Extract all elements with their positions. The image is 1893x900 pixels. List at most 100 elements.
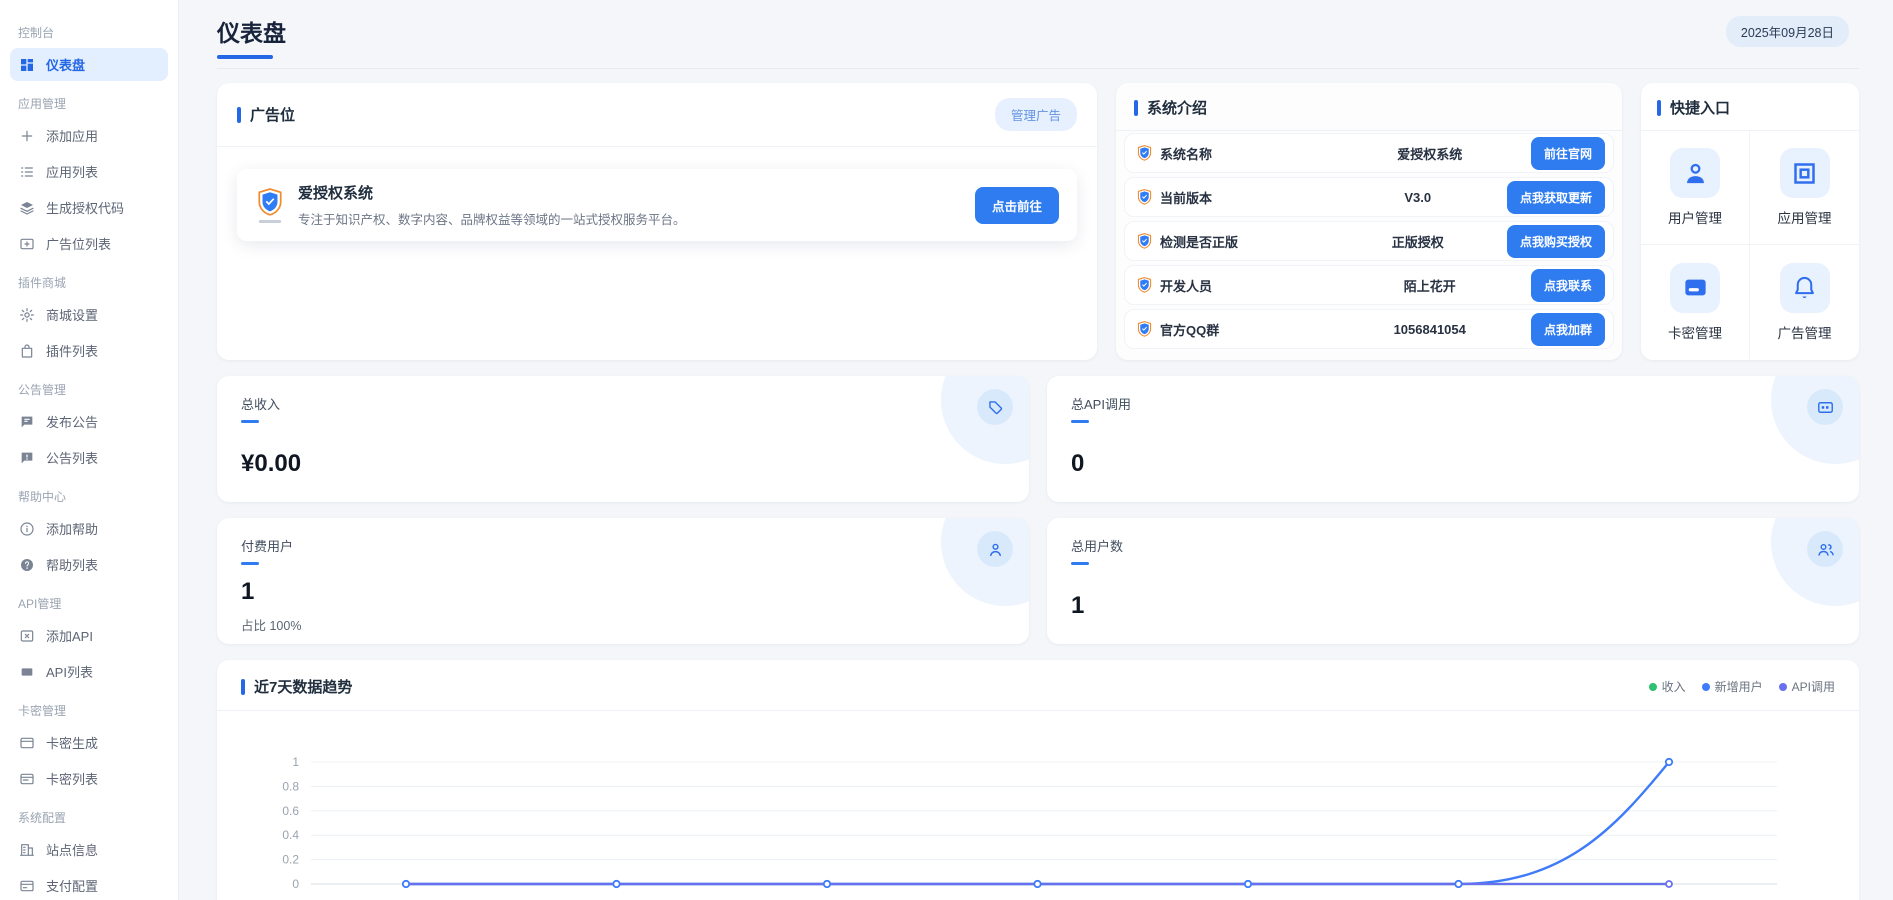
quick-entry-label: 卡密管理 [1668,322,1722,342]
sidebar-item-api-list[interactable]: API列表 [10,655,168,688]
ad-logo-caption [259,220,281,223]
shield-logo-icon [1137,145,1152,162]
system-row-button[interactable]: 点我联系 [1531,269,1605,302]
system-row-value: V3.0 [1328,190,1507,205]
trend-chart-card: 近7天数据趋势 收入新增用户 API调用 00.20.40.60.8109-220… [217,660,1859,900]
system-row-button[interactable]: 点我购买授权 [1507,225,1605,258]
quick-entry-label: 应用管理 [1778,207,1832,227]
sidebar-item-dashboard[interactable]: 仪表盘 [10,48,168,81]
quick-entry-user-management[interactable]: 用户管理 [1641,131,1750,245]
system-row-value: 1056841054 [1328,322,1531,337]
svg-text:0: 0 [292,877,299,891]
system-card-title: 系统介绍 [1147,97,1207,118]
header-divider [217,68,1859,69]
page-title: 仪表盘 [217,14,1859,48]
sidebar-item-label: API列表 [46,662,93,681]
manage-ads-button[interactable]: 管理广告 [995,98,1077,131]
legend-label: 收入 [1662,678,1686,695]
stat-card-total-api-calls: 总API调用0 [1047,376,1859,502]
app-icon [1780,148,1830,198]
sidebar-item-add-app[interactable]: 添加应用 [10,119,168,152]
sidebar-item-help-list[interactable]: 帮助列表 [10,548,168,581]
ad-slot-card: 广告位 管理广告 爱授权系统 专注于知识产权、数字内容、品牌权益等领域的一站式授… [217,83,1097,360]
sidebar-item-label: 卡密生成 [46,733,98,752]
dashboard-icon [19,57,35,73]
stat-label-underline [241,562,259,565]
bell-icon [1780,263,1830,313]
stat-value: 1 [241,578,1005,606]
sidebar-item-label: 帮助列表 [46,555,98,574]
stat-label-underline [1071,420,1089,423]
ad-logo-icon [255,188,285,223]
sidebar-item-generate-auth-code[interactable]: 生成授权代码 [10,191,168,224]
main-content: 仪表盘 2025年09月28日 广告位 管理广告 爱授权系统 专注于知识产权、数… [179,0,1893,900]
user-icon [1670,148,1720,198]
date-badge: 2025年09月28日 [1726,16,1849,47]
divider [217,146,1097,147]
legend-item[interactable]: API调用 [1779,678,1835,695]
sidebar-item-publish-announcement[interactable]: 发布公告 [10,405,168,438]
legend-dot [1702,683,1710,691]
system-row-button[interactable]: 点我加群 [1531,313,1605,346]
sidebar-item-label: 支付配置 [46,876,98,895]
sidebar: 控制台仪表盘应用管理添加应用应用列表生成授权代码广告位列表插件商城商城设置插件列… [0,0,179,900]
sidebar-item-site-info[interactable]: 站点信息 [10,833,168,866]
ad-go-button[interactable]: 点击前往 [975,187,1059,224]
legend-label: API调用 [1792,678,1835,695]
sidebar-section-title: 帮助中心 [18,488,178,506]
system-row-button[interactable]: 前往官网 [1531,137,1605,170]
sidebar-item-add-help[interactable]: 添加帮助 [10,512,168,545]
trend-chart: 00.20.40.60.8109-2209-2309-2409-2509-260… [241,711,1835,900]
sidebar-item-app-list[interactable]: 应用列表 [10,155,168,188]
sidebar-item-payment-config[interactable]: 支付配置 [10,869,168,900]
shield-logo-icon [1137,189,1152,206]
ad-card-header: 广告位 管理广告 [217,83,1097,146]
sidebar-item-label: 公告列表 [46,448,98,467]
quick-entry-card-key-management[interactable]: 卡密管理 [1641,245,1750,359]
stat-label: 付费用户 [241,536,1005,555]
sidebar-item-label: 商城设置 [46,305,98,324]
sidebar-item-add-api[interactable]: 添加API [10,619,168,652]
quick-entry-label: 用户管理 [1668,207,1722,227]
card-list-icon [19,771,35,787]
sidebar-section-title: 卡密管理 [18,702,178,720]
chart-header: 近7天数据趋势 收入新增用户 API调用 [217,660,1859,710]
sidebar-item-label: 站点信息 [46,840,98,859]
system-info-row: 官方QQ群1056841054点我加群 [1124,309,1614,349]
stat-label: 总收入 [241,394,1005,413]
system-row-value: 陌上花开 [1328,276,1531,295]
sidebar-item-label: 添加帮助 [46,519,98,538]
stat-card-total-users: 总用户数1 [1047,518,1859,644]
stat-value: 1 [1071,592,1835,620]
system-row-label: 系统名称 [1160,144,1328,163]
sidebar-item-shop-settings[interactable]: 商城设置 [10,298,168,331]
quick-entry-label: 广告管理 [1778,322,1832,342]
quick-entry-app-management[interactable]: 应用管理 [1750,131,1859,245]
legend-item[interactable]: 收入 [1649,678,1686,695]
message-icon [19,414,35,430]
system-row-button[interactable]: 点我获取更新 [1507,181,1605,214]
system-card-header: 系统介绍 [1116,83,1622,130]
sidebar-item-card-key-list[interactable]: 卡密列表 [10,762,168,795]
stats-row-2: 付费用户1占比 100%总用户数1 [217,518,1859,644]
ad-name: 爱授权系统 [298,182,962,203]
accent-bar [237,107,241,123]
stats-row-1: 总收入¥0.00总API调用0 [217,376,1859,502]
chart-title: 近7天数据趋势 [254,676,352,697]
message-alert-icon [19,450,35,466]
shield-logo-icon [1137,233,1152,250]
sidebar-item-card-key-generate[interactable]: 卡密生成 [10,726,168,759]
system-info-row: 当前版本V3.0点我获取更新 [1124,177,1614,217]
sidebar-item-announcement-list[interactable]: 公告列表 [10,441,168,474]
quick-card-header: 快捷入口 [1641,83,1859,130]
sidebar-section-title: 插件商城 [18,274,178,292]
list-icon [19,164,35,180]
accent-bar [1657,100,1661,116]
quick-card-title: 快捷入口 [1670,97,1730,118]
quick-entry-ad-management[interactable]: 广告管理 [1750,245,1859,359]
legend-item[interactable]: 新增用户 [1702,678,1763,695]
pay-card-icon [19,878,35,894]
ad-banner: 爱授权系统 专注于知识产权、数字内容、品牌权益等领域的一站式授权服务平台。 点击… [237,169,1077,241]
sidebar-item-ad-slot-list[interactable]: 广告位列表 [10,227,168,260]
sidebar-item-plugin-list[interactable]: 插件列表 [10,334,168,367]
